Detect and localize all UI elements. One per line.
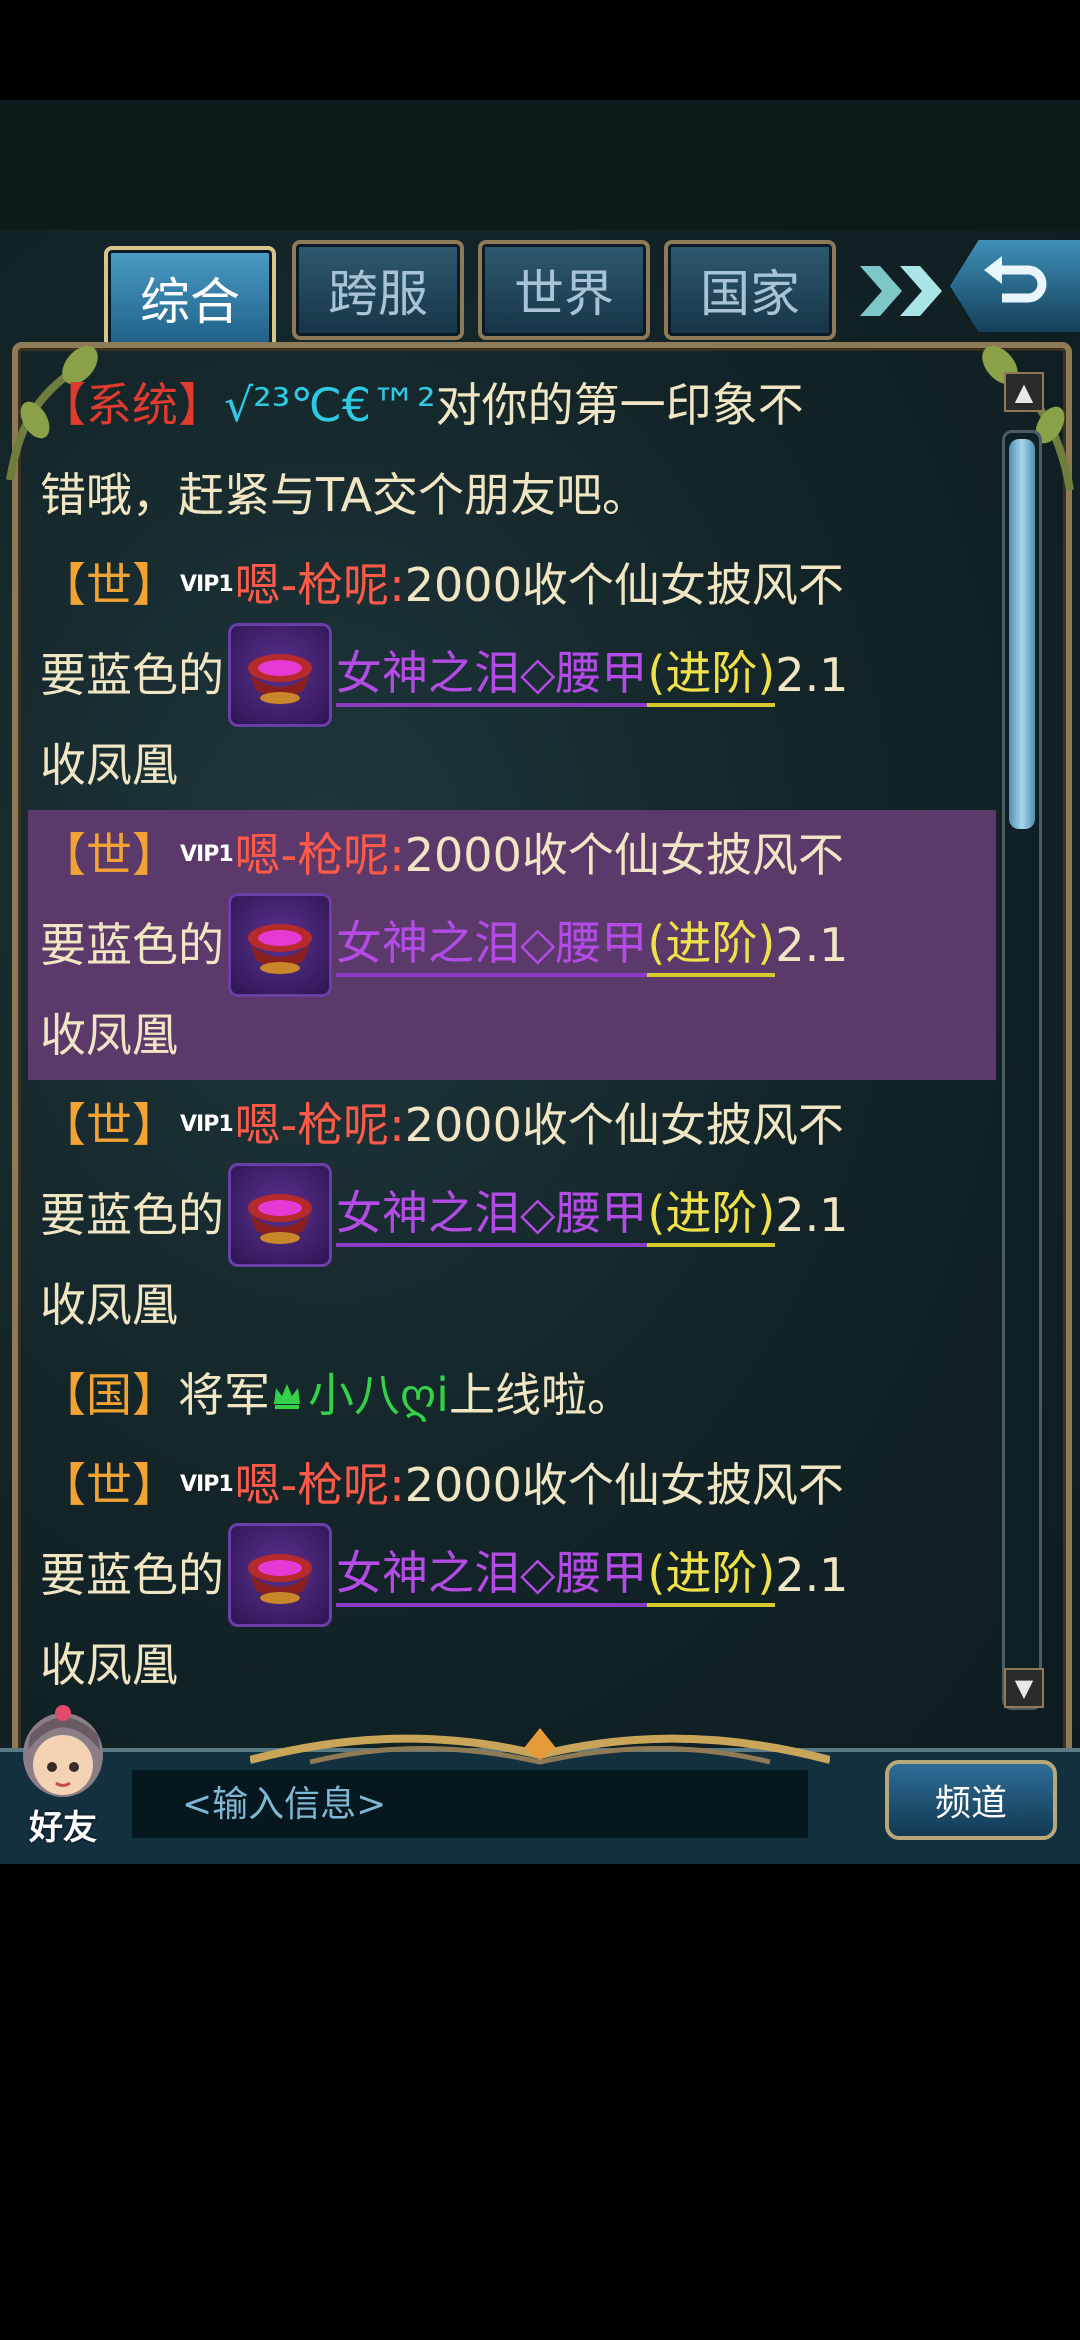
message-text: 2.1 (775, 918, 849, 972)
channel-tag: 【世】 (40, 828, 178, 882)
message-text: 要蓝色的 (40, 1548, 224, 1602)
chat-message-world-selected[interactable]: 【世】 VIP1 嗯-枪呢: 2000收个仙女披风不 要蓝色的 女神之泪◇腰甲 … (28, 810, 996, 1080)
chat-message-system: 【系统】 √²³℃€™² 对你的第一印象不 错哦，赶紧与TA交个朋友吧。 (28, 360, 996, 540)
item-link[interactable]: 女神之泪◇腰甲 (336, 643, 648, 707)
message-text: 上线啦。 (448, 1368, 633, 1422)
channel-tag: 【国】 (40, 1368, 178, 1422)
item-link[interactable]: 女神之泪◇腰甲 (336, 1183, 648, 1247)
item-tag: (进阶) (647, 1543, 776, 1607)
vip-badge: VIP1 (180, 1472, 234, 1497)
message-text: 2000收个仙女披风不 (404, 558, 844, 612)
message-text: 对你的第一印象不 (435, 378, 804, 432)
chat-message-list[interactable]: 【系统】 √²³℃€™² 对你的第一印象不 错哦，赶紧与TA交个朋友吧。 【世】… (28, 360, 996, 1770)
item-link[interactable]: 女神之泪◇腰甲 (336, 913, 648, 977)
message-text: 要蓝色的 (40, 918, 224, 972)
double-chevron-icon (860, 266, 942, 316)
channel-tag: 【世】 (40, 1098, 178, 1152)
tab-nation[interactable]: 国家 (664, 240, 836, 340)
chat-message-world: 【世】 VIP1 嗯-枪呢: 2000收个仙女披风不 要蓝色的 女神之泪◇腰甲 … (28, 1440, 996, 1710)
item-bowl-icon[interactable] (228, 893, 332, 997)
rank-text: 将军 (178, 1368, 270, 1422)
channel-tag: 【世】 (40, 1458, 178, 1512)
chat-panel: 综合 跨服 世界 国家 【系统】 √²³℃€™² 对你的第一印象不 错哦，赶紧与… (0, 230, 1080, 1864)
tab-general[interactable]: 综合 (104, 246, 276, 350)
vip-badge: VIP1 (180, 1112, 234, 1137)
tab-cross-server[interactable]: 跨服 (292, 240, 464, 340)
channel-tag: 【系统】 (40, 378, 224, 432)
return-arrow-icon (984, 256, 1047, 303)
player-name[interactable]: 嗯-枪呢: (235, 540, 405, 630)
channel-button[interactable]: 频道 (885, 1760, 1057, 1840)
channel-tag: 【世】 (40, 558, 178, 612)
player-name[interactable]: √²³℃€™² (224, 360, 436, 450)
message-text: 2000收个仙女披风不 (404, 828, 844, 882)
message-text: 要蓝色的 (40, 648, 224, 702)
item-link[interactable]: 女神之泪◇腰甲 (336, 1543, 648, 1607)
message-text: 收凤凰 (40, 1278, 178, 1332)
vip-badge: VIP1 (180, 842, 234, 867)
message-text: 错哦，赶紧与TA交个朋友吧。 (40, 468, 648, 522)
chat-input[interactable] (132, 1770, 808, 1838)
message-text: 2.1 (775, 1548, 849, 1602)
message-text: 要蓝色的 (40, 1188, 224, 1242)
chat-message-nation: 【国】 将军 小八ღi 上线啦。 (28, 1350, 996, 1440)
message-text: 2.1 (775, 648, 849, 702)
item-bowl-icon[interactable] (228, 1163, 332, 1267)
message-text: 2000收个仙女披风不 (404, 1098, 844, 1152)
item-bowl-icon[interactable] (228, 1523, 332, 1627)
tab-world[interactable]: 世界 (478, 240, 650, 340)
chat-message-world: 【世】 VIP1 嗯-枪呢: 2000收个仙女披风不 要蓝色的 女神之泪◇腰甲 … (28, 1080, 996, 1350)
scroll-up-button[interactable]: ▲ (1004, 372, 1044, 412)
top-banner (0, 100, 1080, 230)
back-button[interactable] (950, 240, 1080, 332)
item-tag: (进阶) (647, 643, 776, 707)
friends-label[interactable]: 好友 (8, 1800, 118, 1849)
gold-ornament (250, 1728, 830, 1765)
item-tag: (进阶) (647, 1183, 776, 1247)
chat-scrollbar[interactable] (1002, 430, 1042, 1710)
chat-message-world: 【世】 VIP1 嗯-枪呢: 2000收个仙女披风不 要蓝色的 女神之泪◇腰甲 … (28, 540, 996, 810)
message-text: 收凤凰 (40, 1008, 178, 1062)
player-name[interactable]: 嗯-枪呢: (235, 1080, 405, 1170)
message-text: 收凤凰 (40, 738, 178, 792)
player-name[interactable]: 嗯-枪呢: (235, 810, 405, 900)
message-text: 2.1 (775, 1188, 849, 1242)
vip-badge: VIP1 (180, 572, 234, 597)
message-text: 2000收个仙女披风不 (404, 1458, 844, 1512)
item-tag: (进阶) (647, 913, 776, 977)
scroll-thumb[interactable] (1009, 439, 1035, 829)
crown-icon (270, 1378, 304, 1412)
scroll-down-button[interactable]: ▼ (1004, 1668, 1044, 1708)
player-name[interactable]: 嗯-枪呢: (235, 1440, 405, 1530)
player-name[interactable]: 小八ღi (308, 1350, 449, 1440)
item-bowl-icon[interactable] (228, 623, 332, 727)
